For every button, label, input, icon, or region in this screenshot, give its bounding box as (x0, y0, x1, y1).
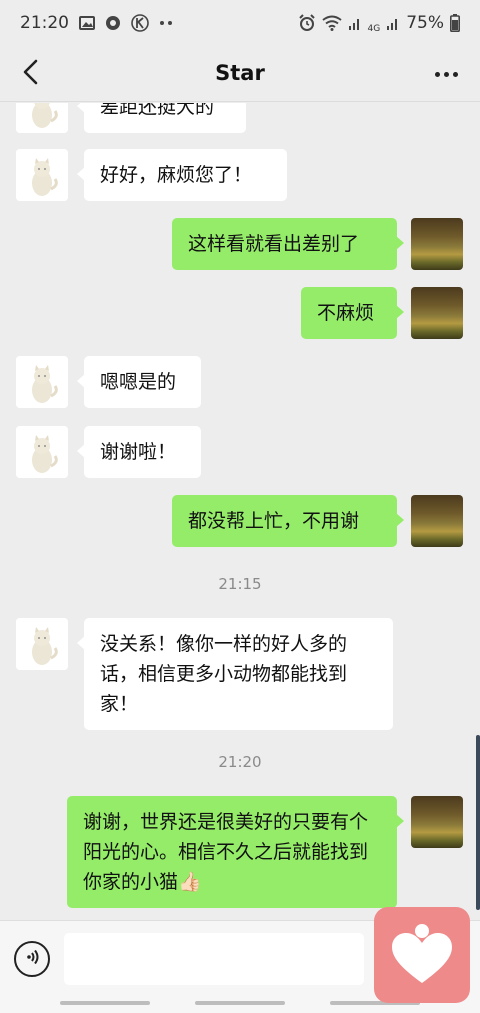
message-bubble-incoming[interactable]: 谢谢啦！ (77, 426, 201, 478)
my-avatar[interactable] (411, 287, 463, 339)
k-app-icon (131, 14, 149, 32)
message-bubble-outgoing[interactable]: 都没帮上忙，不用谢 (172, 495, 404, 547)
more-button[interactable] (426, 54, 466, 94)
more-dot (434, 71, 440, 77)
chat-messages[interactable]: 差距还挺大的 好好，麻烦您了！ 这样看就看出差别了 不麻烦 嗯嗯是的 谢谢啦！ … (0, 103, 480, 920)
message-bubble-incoming[interactable]: 差距还挺大的 (77, 103, 246, 133)
battery-icon (450, 14, 460, 32)
wifi-icon (321, 15, 342, 31)
message-bubble-incoming[interactable]: 嗯嗯是的 (77, 356, 201, 408)
message-bubble-incoming[interactable]: 没关系！像你一样的好人多的话，相信更多小动物都能找到家！ (77, 618, 393, 730)
floating-heart-button[interactable] (374, 907, 470, 1003)
message-timestamp: 21:15 (218, 575, 262, 593)
scroll-indicator[interactable] (476, 735, 480, 910)
more-notifications-icon (159, 20, 173, 26)
signal-icon-1 (348, 16, 362, 30)
my-avatar[interactable] (411, 796, 463, 848)
nav-home-button[interactable] (195, 1001, 285, 1005)
my-avatar[interactable] (411, 218, 463, 270)
message-bubble-incoming[interactable]: 好好，麻烦您了！ (77, 149, 287, 201)
alarm-icon (298, 14, 316, 32)
contact-avatar[interactable] (16, 149, 68, 201)
heart-icon (386, 917, 458, 993)
message-input[interactable] (64, 933, 364, 985)
more-dot (443, 71, 449, 77)
contact-avatar[interactable] (16, 426, 68, 478)
signal-icon-2 (386, 16, 400, 30)
contact-avatar[interactable] (16, 103, 68, 133)
voice-icon (22, 947, 42, 971)
status-time: 21:20 (20, 13, 69, 33)
status-bar: 21:20 4G 75% (0, 0, 480, 46)
contact-avatar[interactable] (16, 356, 68, 408)
nav-recents-button[interactable] (60, 1001, 150, 1005)
message-bubble-outgoing[interactable]: 谢谢，世界还是很美好的只要有个阳光的心。相信不久之后就能找到你家的小猫👍🏻 (67, 796, 404, 908)
message-timestamp: 21:20 (218, 753, 262, 771)
network-type-label: 4G (367, 23, 381, 34)
gallery-icon (79, 16, 95, 30)
chat-header: Star (0, 46, 480, 102)
contact-avatar[interactable] (16, 618, 68, 670)
record-icon (105, 15, 121, 31)
chat-title: Star (215, 61, 265, 85)
more-dot (452, 71, 458, 77)
message-bubble-outgoing[interactable]: 不麻烦 (301, 287, 404, 339)
message-bubble-outgoing[interactable]: 这样看就看出差别了 (172, 218, 404, 270)
my-avatar[interactable] (411, 495, 463, 547)
battery-percent: 75% (406, 13, 444, 33)
voice-button[interactable] (14, 941, 50, 977)
